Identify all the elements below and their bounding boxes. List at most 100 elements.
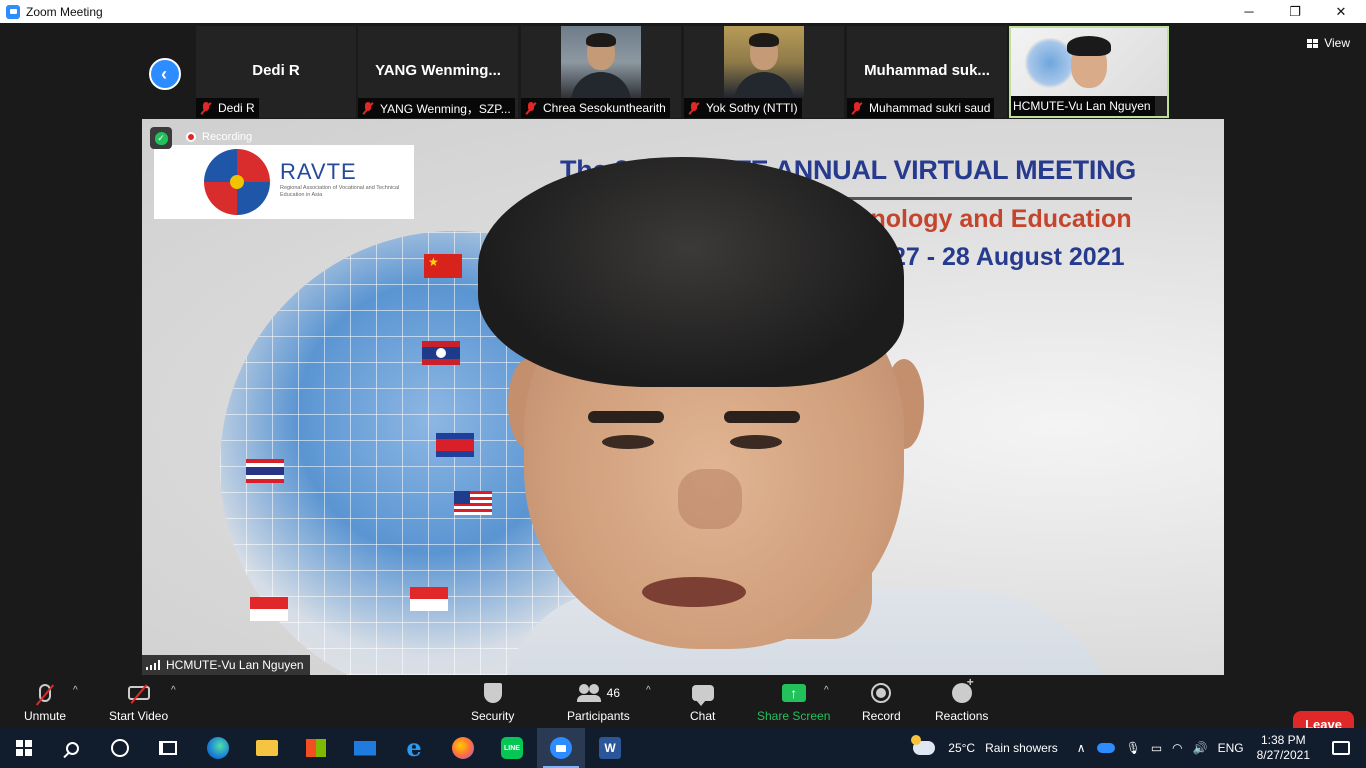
unmute-button[interactable]: Unmute	[24, 681, 66, 723]
participants-label: Participants	[567, 709, 630, 723]
speaker-brow	[724, 411, 800, 423]
store-taskbar-app[interactable]	[292, 728, 340, 768]
view-button[interactable]: View	[1307, 36, 1350, 50]
share-options-caret[interactable]: ^	[824, 685, 829, 696]
reactions-button[interactable]: Reactions	[935, 675, 989, 723]
record-button[interactable]: Record	[862, 681, 901, 723]
mic-muted-icon	[39, 684, 52, 702]
start-button[interactable]	[0, 728, 48, 768]
windows-logo-icon	[16, 740, 32, 756]
participant-thumbnail[interactable]: Chrea Sesokunthearith	[521, 26, 681, 118]
mail-taskbar-app[interactable]	[341, 728, 389, 768]
share-screen-button[interactable]: ↑ Share Screen	[757, 681, 830, 723]
participants-button[interactable]: 46 Participants	[567, 681, 630, 723]
file-explorer-taskbar-app[interactable]	[243, 728, 291, 768]
clock[interactable]: 1:38 PM 8/27/2021	[1257, 733, 1310, 763]
smiley-icon	[951, 675, 974, 703]
speaker-eye	[730, 435, 782, 449]
logo-subtitle: Regional Association of Vocational and T…	[280, 185, 400, 198]
task-view-button[interactable]	[144, 728, 192, 768]
participant-body	[734, 72, 794, 98]
line-taskbar-app[interactable]: LINE	[488, 728, 536, 768]
volume-icon[interactable]: 🔊	[1193, 741, 1208, 755]
cortana-button[interactable]	[96, 728, 144, 768]
mic-muted-icon	[525, 101, 537, 115]
firefox-taskbar-app[interactable]	[439, 728, 487, 768]
microphone-icon[interactable]: 🎙	[1126, 741, 1141, 755]
notification-center-icon[interactable]	[1332, 741, 1350, 755]
speaker-name-label: HCMUTE-Vu Lan Nguyen	[142, 655, 310, 675]
weather-icon[interactable]	[911, 735, 936, 755]
reactions-label: Reactions	[935, 709, 989, 723]
clock-time: 1:38 PM	[1260, 733, 1306, 747]
grid-view-icon	[1307, 38, 1319, 48]
language-indicator[interactable]: ENG	[1218, 741, 1244, 755]
participant-count: 46	[606, 686, 621, 700]
mail-icon	[354, 740, 376, 756]
china-flag-icon	[424, 254, 462, 278]
participant-label: Muhammad sukri saud	[847, 98, 995, 118]
participant-label: Yok Sothy (NTTI)	[684, 98, 802, 118]
word-taskbar-app[interactable]: W	[586, 728, 634, 768]
weather-description[interactable]: Rain showers	[985, 741, 1058, 755]
singapore-flag-icon	[410, 587, 448, 611]
encryption-shield-button[interactable]: ✓	[150, 127, 172, 149]
participant-thumbnail[interactable]: YANG Wenming... YANG Wenming，SZP...	[358, 26, 518, 118]
cortana-icon	[111, 739, 129, 757]
show-hidden-icons-chevron-icon[interactable]: ∧	[1077, 741, 1086, 755]
indonesia-flag-icon	[250, 597, 288, 621]
participant-video	[561, 26, 641, 98]
malaysia-flag-icon	[454, 491, 492, 515]
active-speaker-thumbnail[interactable]: HCMUTE-Vu Lan Nguyen	[1009, 26, 1169, 118]
windows-taskbar: e LINE W 25°C Rain showers ∧ 🎙 ▭ ◠ 🔊 ENG…	[0, 728, 1366, 768]
zoom-taskbar-app[interactable]	[537, 728, 585, 768]
chat-icon	[691, 685, 714, 706]
participant-label: YANG Wenming，SZP...	[358, 98, 515, 118]
participant-thumbnail[interactable]: Yok Sothy (NTTI)	[684, 26, 844, 118]
previous-page-button[interactable]: ‹	[149, 58, 181, 90]
security-button[interactable]: Security	[471, 681, 514, 723]
shield-icon	[483, 683, 502, 703]
participant-thumbnail[interactable]: Muhammad suk... Muhammad sukri saud	[847, 26, 1007, 118]
video-options-caret[interactable]: ^	[171, 685, 176, 696]
battery-icon[interactable]: ▭	[1151, 741, 1162, 755]
video-off-icon	[127, 686, 150, 700]
participant-hair	[1067, 36, 1111, 56]
participant-hair	[586, 33, 616, 47]
line-app-icon: LINE	[501, 737, 523, 759]
participant-name: Dedi R	[218, 101, 255, 115]
close-button[interactable]: ✕	[1318, 0, 1364, 23]
mic-muted-icon	[200, 101, 212, 115]
recording-indicator: Recording	[186, 131, 252, 143]
speaker-mouth	[642, 577, 746, 607]
ravte-logo: RAVTE Regional Association of Vocational…	[154, 145, 414, 219]
laos-flag-icon	[422, 341, 460, 365]
participants-options-caret[interactable]: ^	[646, 685, 651, 696]
minimize-button[interactable]: ─	[1226, 0, 1272, 23]
participant-thumbnail-strip: ‹ Dedi R Dedi R YANG Wenming... YANG Wen…	[0, 26, 1366, 118]
start-video-button[interactable]: Start Video	[109, 681, 168, 723]
edge-taskbar-app[interactable]	[194, 728, 242, 768]
chat-button[interactable]: Chat	[690, 681, 715, 723]
wifi-icon[interactable]: ◠	[1172, 741, 1182, 755]
maximize-button[interactable]: ❐	[1272, 0, 1318, 23]
ie-taskbar-app[interactable]: e	[390, 728, 438, 768]
recording-label: Recording	[202, 131, 253, 143]
zoom-app-icon	[6, 4, 20, 19]
main-speaker-video[interactable]: RAVTE Regional Association of Vocational…	[142, 119, 1224, 675]
mic-muted-icon	[688, 101, 700, 115]
participant-thumbnail[interactable]: Dedi R Dedi R	[196, 26, 356, 118]
system-tray: 25°C Rain showers ∧ 🎙 ▭ ◠ 🔊 ENG 1:38 PM …	[911, 728, 1366, 768]
participant-name: YANG Wenming，SZP...	[380, 101, 511, 116]
onedrive-icon[interactable]	[1096, 743, 1115, 753]
internet-explorer-icon: e	[406, 733, 422, 762]
view-label: View	[1324, 36, 1350, 50]
audio-options-caret[interactable]: ^	[73, 685, 78, 696]
logo-title: RAVTE	[280, 159, 357, 184]
signal-strength-icon	[146, 660, 160, 670]
speaker-eye	[602, 435, 654, 449]
search-button[interactable]	[48, 728, 96, 768]
participant-big-name: YANG Wenming...	[375, 62, 501, 79]
weather-temperature[interactable]: 25°C	[948, 741, 975, 755]
cambodia-flag-icon	[436, 433, 474, 457]
